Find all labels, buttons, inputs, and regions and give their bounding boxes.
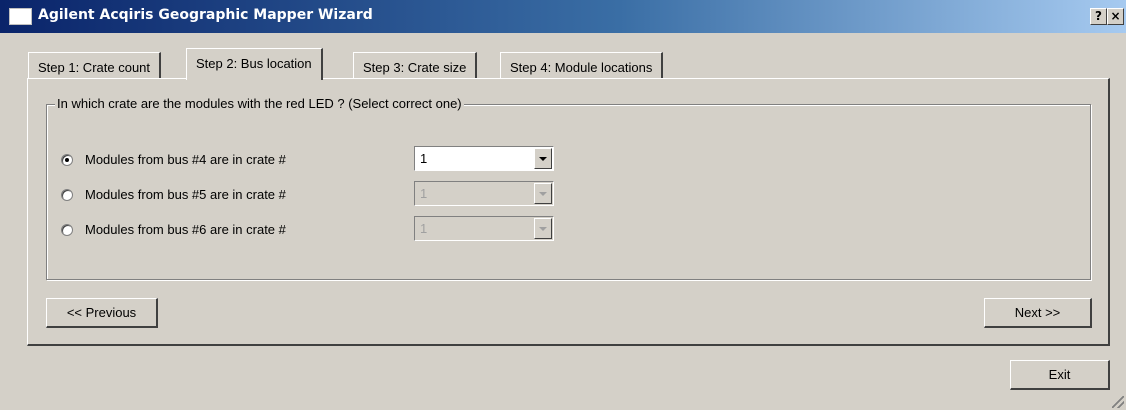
help-button[interactable]: ? bbox=[1090, 8, 1107, 25]
next-button[interactable]: Next >> bbox=[984, 298, 1092, 328]
close-button[interactable]: × bbox=[1107, 8, 1124, 25]
bus-4-crate-value: 1 bbox=[420, 151, 428, 166]
tab-crate-count[interactable]: Step 1: Crate count bbox=[28, 52, 162, 78]
tab-module-locations[interactable]: Step 4: Module locations bbox=[500, 52, 664, 78]
bus-6-crate-value: 1 bbox=[420, 221, 428, 236]
group-legend: In which crate are the modules with the … bbox=[55, 96, 464, 111]
tab-bus-location[interactable]: Step 2: Bus location bbox=[186, 48, 323, 80]
resize-grip-icon[interactable] bbox=[1112, 396, 1124, 408]
chevron-down-icon bbox=[534, 183, 552, 204]
bus-4-radio[interactable] bbox=[61, 154, 73, 166]
previous-button[interactable]: << Previous bbox=[46, 298, 158, 328]
chevron-down-icon bbox=[534, 218, 552, 239]
title-bar: Agilent Acqiris Geographic Mapper Wizard… bbox=[0, 0, 1126, 33]
bus-6-label[interactable]: Modules from bus #6 are in crate # bbox=[85, 222, 286, 237]
crate-selection-group: In which crate are the modules with the … bbox=[46, 96, 1091, 280]
bus-4-label[interactable]: Modules from bus #4 are in crate # bbox=[85, 152, 286, 167]
bus-5-label[interactable]: Modules from bus #5 are in crate # bbox=[85, 187, 286, 202]
bus-4-crate-select[interactable]: 1 bbox=[414, 146, 554, 171]
bus-5-crate-value: 1 bbox=[420, 186, 428, 201]
bus-6-crate-select: 1 bbox=[414, 216, 554, 241]
tab-crate-size[interactable]: Step 3: Crate size bbox=[353, 52, 478, 78]
bus-6-radio[interactable] bbox=[61, 224, 73, 236]
app-icon bbox=[9, 8, 32, 25]
window-title: Agilent Acqiris Geographic Mapper Wizard bbox=[38, 7, 373, 23]
bus-5-crate-select: 1 bbox=[414, 181, 554, 206]
bus-5-radio[interactable] bbox=[61, 189, 73, 201]
tab-panel: In which crate are the modules with the … bbox=[27, 78, 1110, 346]
chevron-down-icon[interactable] bbox=[534, 148, 552, 169]
exit-button[interactable]: Exit bbox=[1010, 360, 1110, 390]
